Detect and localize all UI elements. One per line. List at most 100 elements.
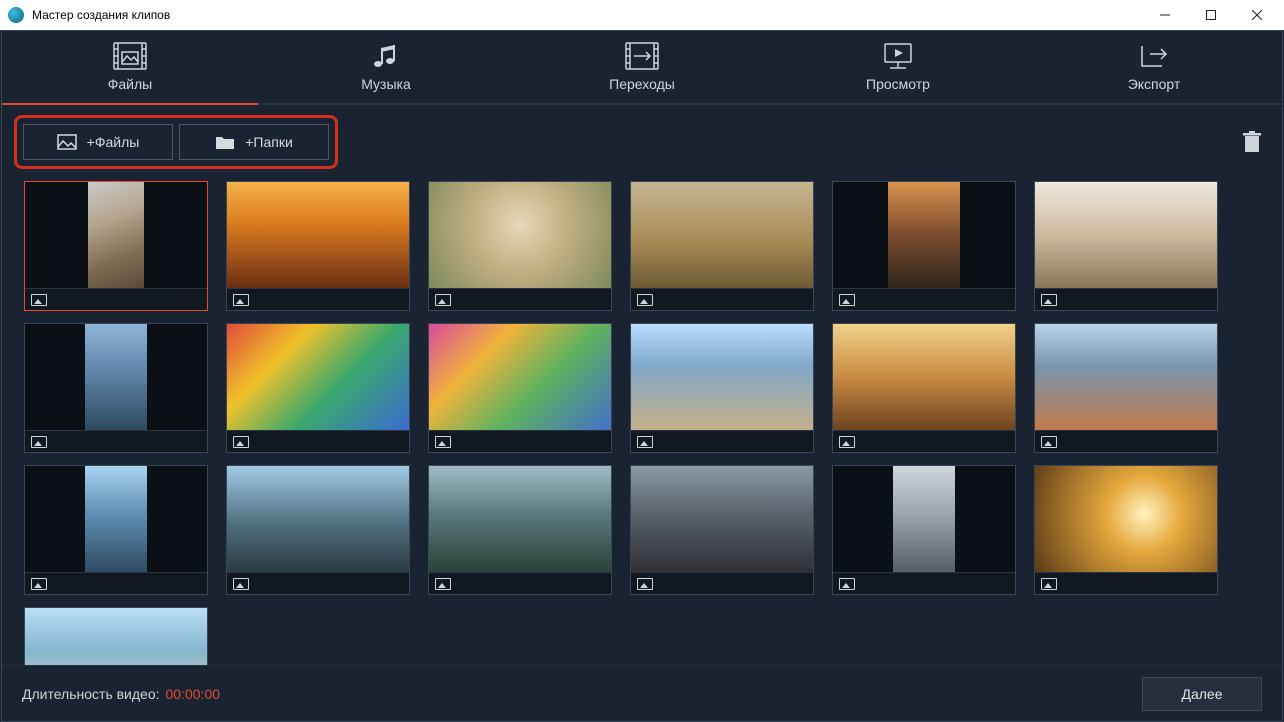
media-item[interactable] [630,323,814,453]
trash-button[interactable] [1238,128,1266,156]
media-thumbnail [25,608,207,665]
add-buttons-highlight: +Файлы +Папки [14,115,338,169]
transitions-icon [625,42,659,70]
folder-icon [215,134,235,150]
media-thumbnail [429,324,611,430]
minimize-button[interactable] [1142,0,1188,30]
add-folders-label: +Папки [245,134,293,150]
media-meta [833,288,1015,310]
window-buttons [1142,0,1280,30]
image-type-icon [1041,294,1057,306]
close-button[interactable] [1234,0,1280,30]
media-item[interactable] [428,181,612,311]
image-type-icon [435,436,451,448]
duration-value: 00:00:00 [166,686,221,702]
media-meta [25,572,207,594]
media-item[interactable] [428,465,612,595]
media-thumbnail [1035,182,1217,288]
media-thumbnail [631,182,813,288]
media-meta [429,572,611,594]
music-icon [371,42,401,70]
media-item[interactable] [24,465,208,595]
export-icon [1138,42,1170,70]
step-tabs: Файлы Музыка [2,31,1282,103]
maximize-button[interactable] [1188,0,1234,30]
media-meta [25,288,207,310]
media-meta [631,288,813,310]
media-grid [24,181,1272,665]
tab-files[interactable]: Файлы [2,31,258,103]
media-item[interactable] [832,181,1016,311]
add-files-label: +Файлы [87,134,140,150]
media-item[interactable] [1034,181,1218,311]
media-thumbnail [1035,324,1217,430]
image-icon [57,134,77,150]
media-meta [833,572,1015,594]
image-type-icon [1041,578,1057,590]
preview-icon [882,42,914,70]
image-type-icon [637,436,653,448]
media-item[interactable] [630,465,814,595]
media-thumbnail [833,466,1015,572]
image-type-icon [839,294,855,306]
image-type-icon [435,294,451,306]
image-type-icon [637,578,653,590]
tab-preview[interactable]: Просмотр [770,31,1026,103]
media-item[interactable] [832,323,1016,453]
media-item[interactable] [832,465,1016,595]
files-icon [113,42,147,70]
media-thumbnail [429,182,611,288]
tab-music-label: Музыка [361,76,411,92]
media-item[interactable] [428,323,612,453]
image-type-icon [839,578,855,590]
media-item[interactable] [1034,465,1218,595]
media-item[interactable] [24,323,208,453]
media-meta [429,288,611,310]
image-type-icon [233,294,249,306]
next-button[interactable]: Далее [1142,677,1262,711]
action-row: +Файлы +Папки [2,105,1282,169]
image-type-icon [31,578,47,590]
media-grid-scroll[interactable] [2,169,1282,665]
media-thumbnail [631,324,813,430]
image-type-icon [637,294,653,306]
media-thumbnail [25,466,207,572]
media-item[interactable] [226,465,410,595]
tab-export[interactable]: Экспорт [1026,31,1282,103]
media-item[interactable] [1034,323,1218,453]
media-meta [25,430,207,452]
duration-label: Длительность видео: [22,686,160,702]
media-thumbnail [631,466,813,572]
media-meta [227,430,409,452]
footer: Длительность видео: 00:00:00 Далее [2,665,1282,721]
media-meta [1035,572,1217,594]
media-meta [833,430,1015,452]
app-frame: Файлы Музыка [1,30,1283,722]
image-type-icon [435,578,451,590]
tab-preview-label: Просмотр [866,76,930,92]
image-type-icon [233,436,249,448]
window-titlebar: Мастер создания клипов [0,0,1284,30]
tab-export-label: Экспорт [1128,76,1181,92]
image-type-icon [839,436,855,448]
media-item[interactable] [630,181,814,311]
media-meta [227,288,409,310]
media-meta [429,430,611,452]
media-item[interactable] [24,181,208,311]
media-item[interactable] [226,181,410,311]
media-item[interactable] [226,323,410,453]
media-meta [227,572,409,594]
image-type-icon [233,578,249,590]
tab-transitions[interactable]: Переходы [514,31,770,103]
media-thumbnail [429,466,611,572]
tab-music[interactable]: Музыка [258,31,514,103]
next-button-label: Далее [1181,686,1222,702]
add-folders-button[interactable]: +Папки [179,124,329,160]
tab-transitions-label: Переходы [609,76,675,92]
media-meta [631,572,813,594]
media-thumbnail [227,182,409,288]
image-type-icon [1041,436,1057,448]
media-thumbnail [25,324,207,430]
add-files-button[interactable]: +Файлы [23,124,173,160]
media-item[interactable] [24,607,208,665]
